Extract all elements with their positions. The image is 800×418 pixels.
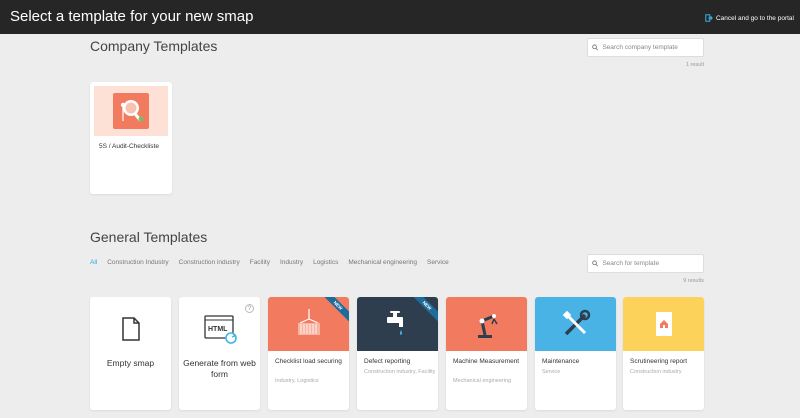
- company-search-box: [587, 38, 704, 57]
- template-card-maintenance[interactable]: Maintenance Service: [535, 297, 616, 410]
- search-icon: [592, 260, 599, 267]
- template-card-subtitle: Mechanical engineering: [453, 378, 512, 384]
- robot-arm-icon: [477, 314, 498, 338]
- company-search-input[interactable]: [602, 44, 703, 51]
- template-card-title: Empty smap: [106, 358, 155, 368]
- template-card-subtitle: Industry, Logistics: [275, 378, 319, 384]
- template-card-machine-measurement[interactable]: Machine Measurement Mechanical engineeri…: [446, 297, 527, 410]
- company-result-count: 1 result: [685, 62, 704, 68]
- template-card-subtitle: Construction industry, Facility: [364, 369, 436, 375]
- tools-icon: [562, 309, 590, 336]
- top-bar: Select a template for your new smap Canc…: [0, 0, 800, 34]
- svg-text:HTML: HTML: [208, 326, 228, 333]
- help-icon[interactable]: ?: [245, 304, 254, 313]
- house-report-icon: [655, 312, 672, 336]
- filter-construction-industry[interactable]: Construction Industry: [107, 259, 168, 266]
- page-title: Select a template for your new smap: [10, 8, 254, 25]
- template-card-subtitle: Service: [542, 369, 561, 375]
- html-icon: HTML: [204, 315, 237, 344]
- template-search-box: [587, 254, 704, 273]
- filter-construction-industry-lower[interactable]: Construction industry: [179, 259, 240, 266]
- search-icon: [592, 44, 599, 51]
- template-card-empty-smap[interactable]: Empty smap: [90, 297, 171, 410]
- cancel-button[interactable]: Cancel and go to the portal: [705, 14, 794, 22]
- template-card-audit[interactable]: 5S / Audit-Checkliste: [90, 82, 172, 194]
- template-card-title: Machine Measurement: [453, 358, 520, 365]
- document-icon: [122, 317, 140, 341]
- template-card-checklist-load-securing[interactable]: NEW Checklist load securing Industry, Lo…: [268, 297, 349, 410]
- template-banner: [535, 297, 616, 351]
- template-card-title: Checklist load securing: [275, 358, 342, 365]
- template-card-title: Maintenance: [542, 358, 580, 365]
- template-card-title: Generate from web form: [183, 358, 256, 379]
- category-filters: All Construction Industry Construction i…: [90, 259, 459, 266]
- template-card-subtitle: Construction industry: [630, 369, 682, 375]
- magnifier-audit-icon: [113, 93, 149, 129]
- filter-industry[interactable]: Industry: [280, 259, 303, 266]
- general-result-count: 9 results: [683, 278, 704, 284]
- filter-logistics[interactable]: Logistics: [313, 259, 338, 266]
- filter-service[interactable]: Service: [427, 259, 449, 266]
- template-card-title: Scrutineering report: [630, 358, 688, 365]
- exit-icon: [705, 14, 713, 22]
- template-banner: [446, 297, 527, 351]
- filter-facility[interactable]: Facility: [250, 259, 270, 266]
- template-card-title: Defect reporting: [364, 358, 411, 365]
- template-banner: [623, 297, 704, 351]
- filter-all[interactable]: All: [90, 259, 97, 266]
- template-card-web-form[interactable]: ? HTML Generate from web form: [179, 297, 260, 410]
- company-templates-title: Company Templates: [90, 38, 218, 54]
- template-search-input[interactable]: [602, 260, 703, 267]
- template-card-defect-reporting[interactable]: NEW Defect reporting Construction indust…: [357, 297, 438, 410]
- general-templates-title: General Templates: [90, 229, 208, 245]
- template-card-scrutineering-report[interactable]: Scrutineering report Construction indust…: [623, 297, 704, 410]
- template-card-label: 5S / Audit-Checkliste: [99, 143, 159, 150]
- filter-mechanical-engineering[interactable]: Mechanical engineering: [348, 259, 417, 266]
- template-thumbnail: [94, 86, 168, 136]
- faucet-icon: [386, 311, 403, 335]
- cancel-label: Cancel and go to the portal: [715, 14, 794, 22]
- crane-container-icon: [297, 309, 320, 335]
